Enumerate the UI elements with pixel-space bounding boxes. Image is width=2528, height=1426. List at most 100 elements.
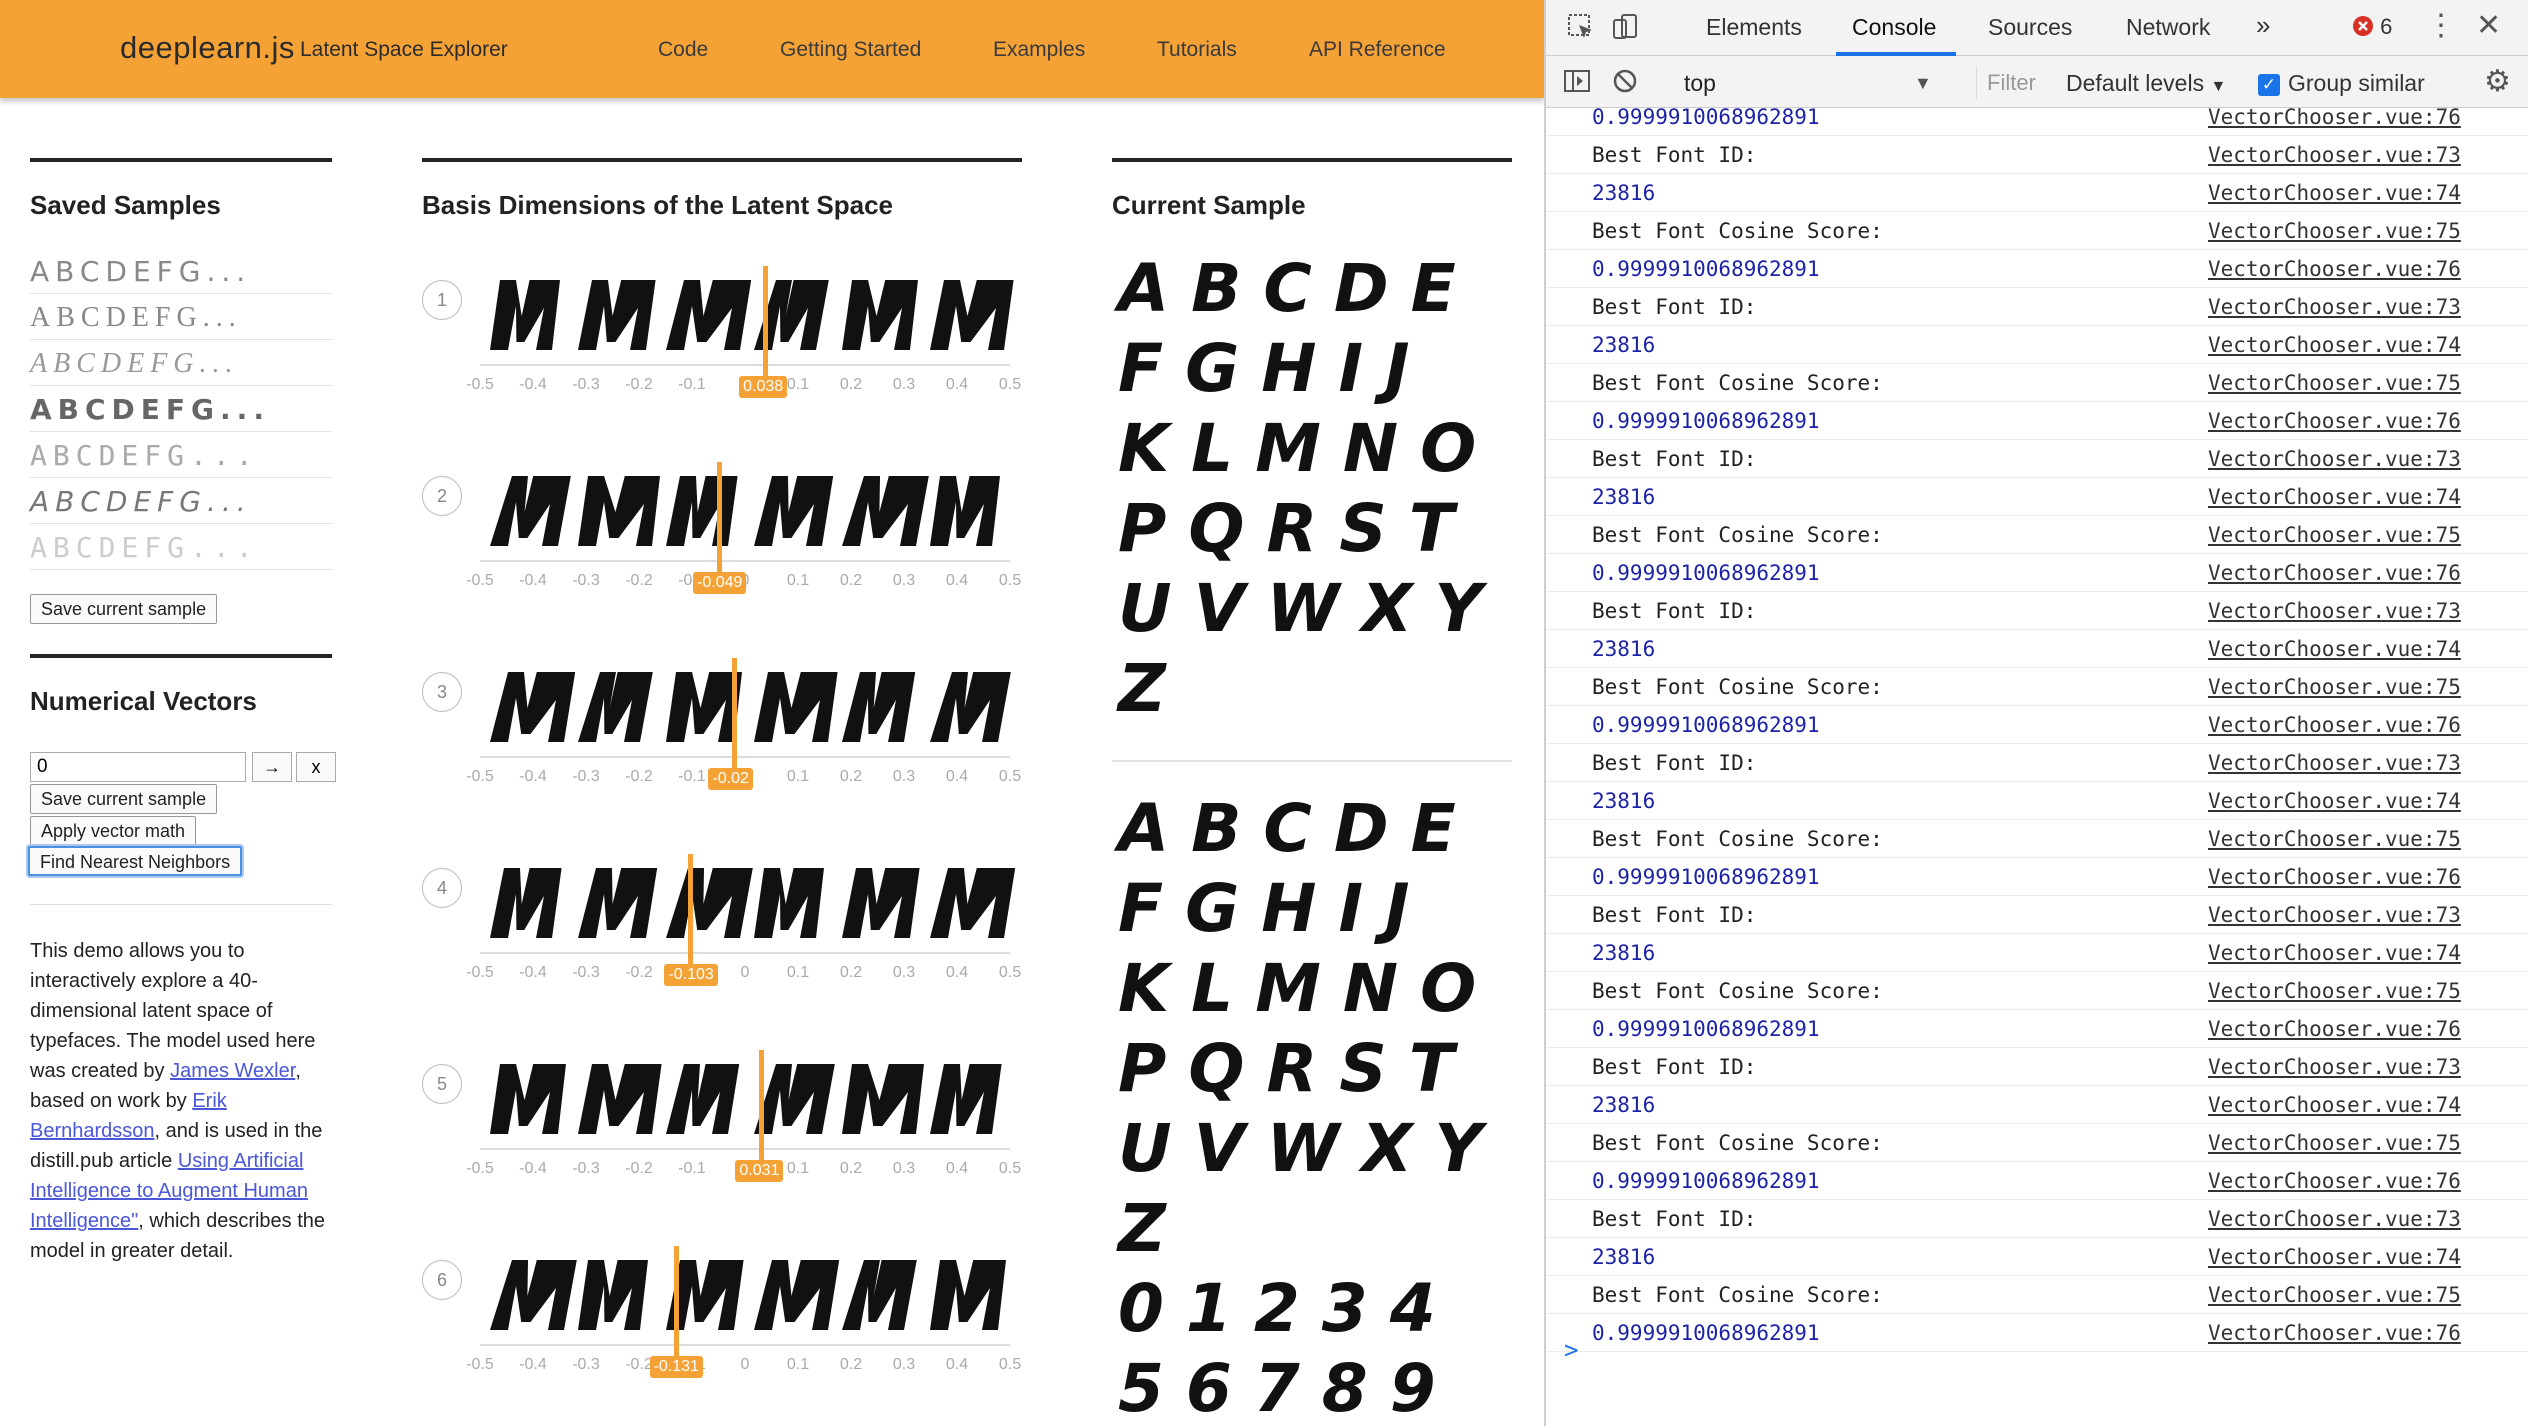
log-source-link[interactable]: VectorChooser.vue:75 (2208, 523, 2461, 547)
axis-tick-label: -0.4 (519, 964, 547, 981)
find-nearest-neighbors-button[interactable]: Find Nearest Neighbors (28, 846, 243, 876)
axis-tick-label: 0.4 (945, 1356, 969, 1373)
saved-sample-row[interactable]: ABCDEFG... (30, 250, 332, 294)
log-message: 0.9999910068962891 (1592, 409, 1820, 433)
kebab-menu-icon[interactable]: ⋮ (2426, 8, 2456, 43)
log-source-link[interactable]: VectorChooser.vue:74 (2208, 941, 2461, 965)
save-current-sample-button[interactable]: Save current sample (30, 594, 218, 624)
log-message: Best Font ID: (1592, 751, 1757, 775)
glyph-m (930, 1064, 1002, 1134)
nav-getting-started[interactable]: Getting Started (780, 38, 921, 62)
device-toolbar-icon[interactable] (1610, 12, 1640, 49)
dimension-axis (480, 1148, 1010, 1150)
log-levels-dropdown[interactable]: Default levels ▼ (2066, 66, 2226, 104)
log-source-link[interactable]: VectorChooser.vue:76 (2208, 713, 2461, 737)
log-source-link[interactable]: VectorChooser.vue:76 (2208, 1017, 2461, 1041)
axis-tick-label: -0.2 (625, 768, 653, 785)
log-source-link[interactable]: VectorChooser.vue:74 (2208, 485, 2461, 509)
nav-tutorials[interactable]: Tutorials (1157, 38, 1237, 62)
log-source-link[interactable]: VectorChooser.vue:74 (2208, 1245, 2461, 1269)
nav-api-reference[interactable]: API Reference (1309, 38, 1446, 62)
axis-tick-label: 0.5 (998, 572, 1022, 589)
dimension-number: 5 (422, 1064, 462, 1104)
log-source-link[interactable]: VectorChooser.vue:75 (2208, 1131, 2461, 1155)
log-source-link[interactable]: VectorChooser.vue:76 (2208, 865, 2461, 889)
log-source-link[interactable]: VectorChooser.vue:74 (2208, 1093, 2461, 1117)
save-current-sample-button-2[interactable]: Save current sample (30, 784, 218, 814)
log-source-link[interactable]: VectorChooser.vue:73 (2208, 295, 2461, 319)
log-source-link[interactable]: VectorChooser.vue:76 (2208, 409, 2461, 433)
log-source-link[interactable]: VectorChooser.vue:76 (2208, 1169, 2461, 1193)
saved-sample-row[interactable]: ABCDEFG... (30, 526, 332, 570)
console-log-row: 0.9999910068962891 VectorChooser.vue:76 (1546, 1010, 2528, 1048)
console-prompt[interactable]: > (1564, 1336, 1578, 1364)
console-toolbar: top ▼ Filter Default levels ▼ ✓ Group simi… (1546, 56, 2528, 108)
nav-code[interactable]: Code (658, 38, 708, 62)
console-log-row: 23816 VectorChooser.vue:74 (1546, 478, 2528, 516)
tab-console[interactable]: Console (1852, 14, 1936, 41)
brand-logo[interactable]: deeplearn.js (120, 30, 295, 66)
log-message: 0.9999910068962891 (1592, 713, 1820, 737)
log-source-link[interactable]: VectorChooser.vue:75 (2208, 1283, 2461, 1307)
sample-glyph-row: ABCDE (1118, 250, 1478, 327)
console-log-row: Best Font ID: VectorChooser.vue:73 (1546, 592, 2528, 630)
glyph-m (842, 868, 920, 938)
glyph-m (666, 1064, 740, 1134)
vector-expression-input[interactable] (30, 752, 246, 782)
more-tabs-icon[interactable]: » (2256, 10, 2270, 41)
numerical-vectors-title: Numerical Vectors (30, 686, 257, 716)
nav-examples[interactable]: Examples (993, 38, 1085, 62)
log-source-link[interactable]: VectorChooser.vue:73 (2208, 751, 2461, 775)
saved-sample-row[interactable]: ABCDEFG... (30, 342, 332, 386)
log-source-link[interactable]: VectorChooser.vue:73 (2208, 447, 2461, 471)
log-source-link[interactable]: VectorChooser.vue:76 (2208, 1321, 2461, 1345)
axis-tick-label: 0.4 (945, 376, 969, 393)
log-source-link[interactable]: VectorChooser.vue:73 (2208, 599, 2461, 623)
log-source-link[interactable]: VectorChooser.vue:74 (2208, 333, 2461, 357)
log-source-link[interactable]: VectorChooser.vue:74 (2208, 789, 2461, 813)
console-settings-gear-icon[interactable]: ⚙ (2484, 64, 2511, 99)
sidebar-toggle-icon[interactable] (1562, 66, 1592, 103)
log-source-link[interactable]: VectorChooser.vue:74 (2208, 637, 2461, 661)
log-source-link[interactable]: VectorChooser.vue:73 (2208, 1055, 2461, 1079)
inspect-element-icon[interactable] (1566, 12, 1596, 49)
group-similar-checkbox[interactable]: ✓ Group similar (2258, 66, 2425, 100)
console-log-row: 0.9999910068962891 VectorChooser.vue:76 (1546, 554, 2528, 592)
tab-network[interactable]: Network (2126, 14, 2210, 41)
saved-sample-row[interactable]: ABCDEFG... (30, 480, 332, 524)
log-source-link[interactable]: VectorChooser.vue:73 (2208, 1207, 2461, 1231)
saved-sample-row[interactable]: ABCDEFG... (30, 434, 332, 478)
dimension-value-label: -0.131 (649, 1356, 703, 1378)
log-source-link[interactable]: VectorChooser.vue:76 (2208, 561, 2461, 585)
log-source-link[interactable]: VectorChooser.vue:75 (2208, 675, 2461, 699)
description-text: This demo allows you to interactively ex… (30, 936, 340, 1266)
apply-vector-math-button[interactable]: Apply vector math (30, 816, 197, 846)
sample-glyph-row: KLMNO (1118, 950, 1499, 1027)
log-source-link[interactable]: VectorChooser.vue:75 (2208, 219, 2461, 243)
axis-tick-label: 0.2 (839, 1356, 863, 1373)
log-source-link[interactable]: VectorChooser.vue:76 (2208, 257, 2461, 281)
dropdown-arrow-icon: ▼ (2210, 78, 2227, 95)
axis-tick-label: -0.3 (572, 572, 600, 589)
log-source-link[interactable]: VectorChooser.vue:73 (2208, 143, 2461, 167)
saved-sample-row[interactable]: ABCDEFG... (30, 296, 332, 340)
saved-sample-row[interactable]: ABCDEFG... (30, 388, 332, 432)
log-source-link[interactable]: VectorChooser.vue:75 (2208, 827, 2461, 851)
clear-button[interactable]: x (296, 752, 336, 782)
log-source-link[interactable]: VectorChooser.vue:76 (2208, 108, 2461, 129)
log-source-link[interactable]: VectorChooser.vue:74 (2208, 181, 2461, 205)
error-count-badge[interactable]: 6 (2352, 14, 2392, 40)
close-devtools-icon[interactable]: ✕ (2476, 8, 2501, 43)
log-source-link[interactable]: VectorChooser.vue:75 (2208, 979, 2461, 1003)
console-log-row: Best Font ID: VectorChooser.vue:73 (1546, 1048, 2528, 1086)
tab-elements[interactable]: Elements (1706, 14, 1802, 41)
context-selector[interactable]: top ▼ (1674, 66, 1944, 100)
axis-tick-label: -0.2 (625, 572, 653, 589)
log-message: 23816 (1592, 181, 1656, 205)
link-james-wexler[interactable]: James Wexler (170, 1060, 295, 1082)
clear-console-icon[interactable] (1610, 66, 1640, 103)
apply-arrow-button[interactable]: → (252, 752, 292, 782)
log-source-link[interactable]: VectorChooser.vue:75 (2208, 371, 2461, 395)
log-source-link[interactable]: VectorChooser.vue:73 (2208, 903, 2461, 927)
tab-sources[interactable]: Sources (1988, 14, 2072, 41)
